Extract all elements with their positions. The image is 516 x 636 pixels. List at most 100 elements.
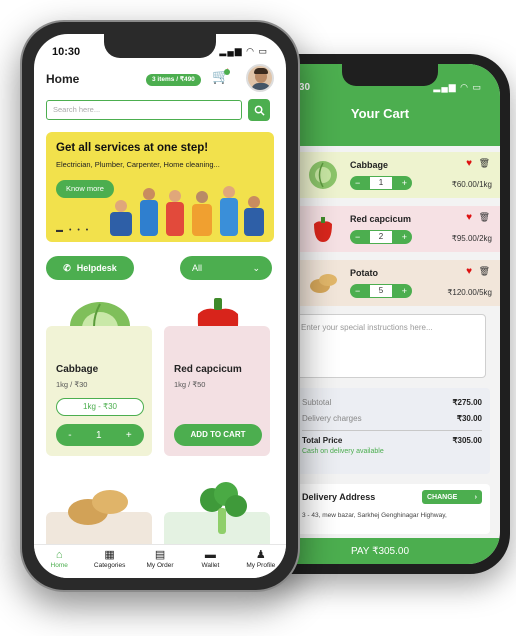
heart-icon[interactable]: ♥ (466, 158, 472, 169)
nav-label: My Order (146, 562, 174, 569)
status-icons: ▂▄▆ ◠ ▭ (433, 82, 482, 92)
cart-item-name: Potato (350, 268, 378, 278)
product-name: Red capcicum (174, 364, 242, 375)
nav-label: My Profile (246, 562, 276, 569)
special-instructions-input[interactable]: Enter your special instructions here... (294, 314, 486, 378)
cart-item-name: Cabbage (350, 160, 389, 170)
cod-note: Cash on delivery available (302, 448, 384, 455)
potato-image (68, 490, 128, 525)
app-showcase: 4:30 ▂▄▆ ◠ ▭ Your Cart Cabbage ♥ 🗑 − 1 +… (0, 0, 516, 636)
product-name: Cabbage (56, 364, 99, 375)
quantity-stepper: − 1 + (350, 176, 412, 190)
nav-my-order[interactable]: ▤ My Order (135, 545, 185, 578)
address-text: 3 - 43, mew bazar, Sarkhej Genghinagar H… (302, 512, 447, 519)
helpdesk-button[interactable]: ✆ Helpdesk (46, 256, 134, 280)
banner-subtitle: Electrician, Plumber, Carpenter, Home cl… (56, 160, 220, 169)
page-title: Home (46, 72, 80, 86)
add-to-cart-button[interactable]: ADD TO CART (174, 424, 262, 446)
nav-home[interactable]: ⌂ Home (34, 545, 84, 578)
plus-button[interactable]: + (402, 178, 407, 188)
phone-notch (104, 34, 216, 58)
quantity-stepper: − 2 + (350, 230, 412, 244)
plus-button[interactable]: + (126, 430, 132, 441)
total-value: ₹305.00 (452, 436, 482, 445)
delivery-address: Delivery Address CHANGE › 3 - 43, mew ba… (294, 484, 490, 534)
cart-item-price: ₹120.00/5kg (447, 288, 492, 297)
quantity-stepper: − 5 + (350, 284, 412, 298)
change-address-button[interactable]: CHANGE › (422, 490, 482, 504)
total-label: Total Price (302, 436, 343, 445)
profile-icon: ♟ (255, 549, 266, 561)
bottom-navigation: ⌂ Home ▦ Categories ▤ My Order ▬ Wallet … (34, 544, 286, 578)
change-label: CHANGE (427, 493, 458, 501)
heart-icon[interactable]: ♥ (466, 212, 472, 223)
broccoli-image (200, 482, 247, 534)
quantity-value: 1 (95, 429, 102, 441)
subtotal-value: ₹275.00 (452, 397, 482, 407)
nav-wallet[interactable]: ▬ Wallet (185, 545, 235, 578)
cart-summary-badge[interactable]: 3 items / ₹490 (146, 74, 201, 86)
search-button[interactable] (248, 99, 270, 121)
cart-notification-dot (224, 69, 230, 75)
quantity-value: 2 (370, 231, 392, 243)
minus-button[interactable]: − (355, 178, 360, 188)
grid-icon: ▦ (104, 549, 115, 561)
cabbage-image (309, 161, 337, 189)
home-icon: ⌂ (55, 549, 63, 561)
trash-icon[interactable]: 🗑 (479, 158, 490, 169)
nav-label: Home (50, 562, 68, 569)
nav-categories[interactable]: ▦ Categories (84, 545, 134, 578)
product-unit-price: 1kg / ₹50 (174, 380, 206, 389)
delivery-value: ₹30.00 (456, 413, 482, 423)
chevron-down-icon: ⌄ (252, 262, 260, 273)
category-filter-select[interactable]: All ⌄ (180, 256, 272, 280)
subtotal-label: Subtotal (302, 397, 332, 407)
status-icons: ▂▄▆ ◠ ▭ (219, 46, 268, 56)
banner-title: Get all services at one step! (56, 142, 209, 154)
product-card[interactable]: Cabbage 1kg / ₹30 1kg - ₹30 - 1 + (46, 326, 152, 456)
trash-icon[interactable]: 🗑 (479, 266, 490, 277)
quantity-value: 5 (370, 285, 392, 297)
cart-item: Cabbage ♥ 🗑 − 1 + ₹60.00/1kg (300, 152, 500, 198)
delivery-row: Delivery charges ₹30.00 (302, 410, 482, 426)
promo-banner[interactable]: Get all services at one step! Electricia… (46, 132, 274, 242)
avatar[interactable] (246, 64, 274, 92)
product-unit-price: 1kg / ₹30 (56, 380, 88, 389)
red-capsicum-image (314, 217, 332, 242)
minus-button[interactable]: − (355, 232, 360, 242)
phone-icon: ✆ (63, 262, 71, 273)
minus-button[interactable]: − (355, 286, 360, 296)
avatar-body (251, 83, 271, 90)
delivery-label: Delivery charges (302, 413, 362, 423)
unit-select[interactable]: 1kg - ₹30 (56, 398, 144, 416)
cart-item: Potato ♥ 🗑 − 5 + ₹120.00/5kg (300, 260, 500, 306)
status-time: 10:30 (52, 46, 81, 58)
cart-item-price: ₹60.00/1kg (451, 180, 492, 189)
price-summary: Subtotal ₹275.00 Delivery charges ₹30.00… (294, 388, 490, 474)
subtotal-row: Subtotal ₹275.00 (302, 394, 482, 410)
order-icon: ▤ (154, 549, 166, 561)
home-screen: 10:30 ▂▄▆ ◠ ▭ Home 3 items / ₹490 🛒 Sear… (34, 34, 286, 578)
avatar-hair (254, 68, 268, 74)
cart-item-price: ₹95.00/2kg (451, 234, 492, 243)
nav-my-profile[interactable]: ♟ My Profile (236, 545, 286, 578)
nav-label: Wallet (201, 562, 220, 569)
quantity-value: 1 (370, 177, 392, 189)
trash-icon[interactable]: 🗑 (479, 212, 490, 223)
quantity-stepper: - 1 + (56, 424, 144, 446)
cart-item-name: Red capcicum (350, 214, 412, 224)
service-workers-illustration (110, 186, 264, 236)
plus-button[interactable]: + (402, 286, 407, 296)
minus-button[interactable]: - (68, 430, 71, 441)
chevron-right-icon: › (474, 493, 477, 501)
helpdesk-label: Helpdesk (76, 263, 117, 273)
product-card[interactable]: Red capcicum 1kg / ₹50 ADD TO CART (164, 326, 270, 456)
phone-notch (342, 64, 438, 86)
search-input[interactable]: Search here... (46, 100, 242, 120)
carousel-dots[interactable]: ▬ • • • (56, 227, 90, 234)
heart-icon[interactable]: ♥ (466, 266, 472, 277)
total-row: Total Price ₹305.00 (302, 430, 482, 446)
nav-label: Categories (93, 562, 126, 569)
search-icon (254, 105, 265, 116)
plus-button[interactable]: + (402, 232, 407, 242)
